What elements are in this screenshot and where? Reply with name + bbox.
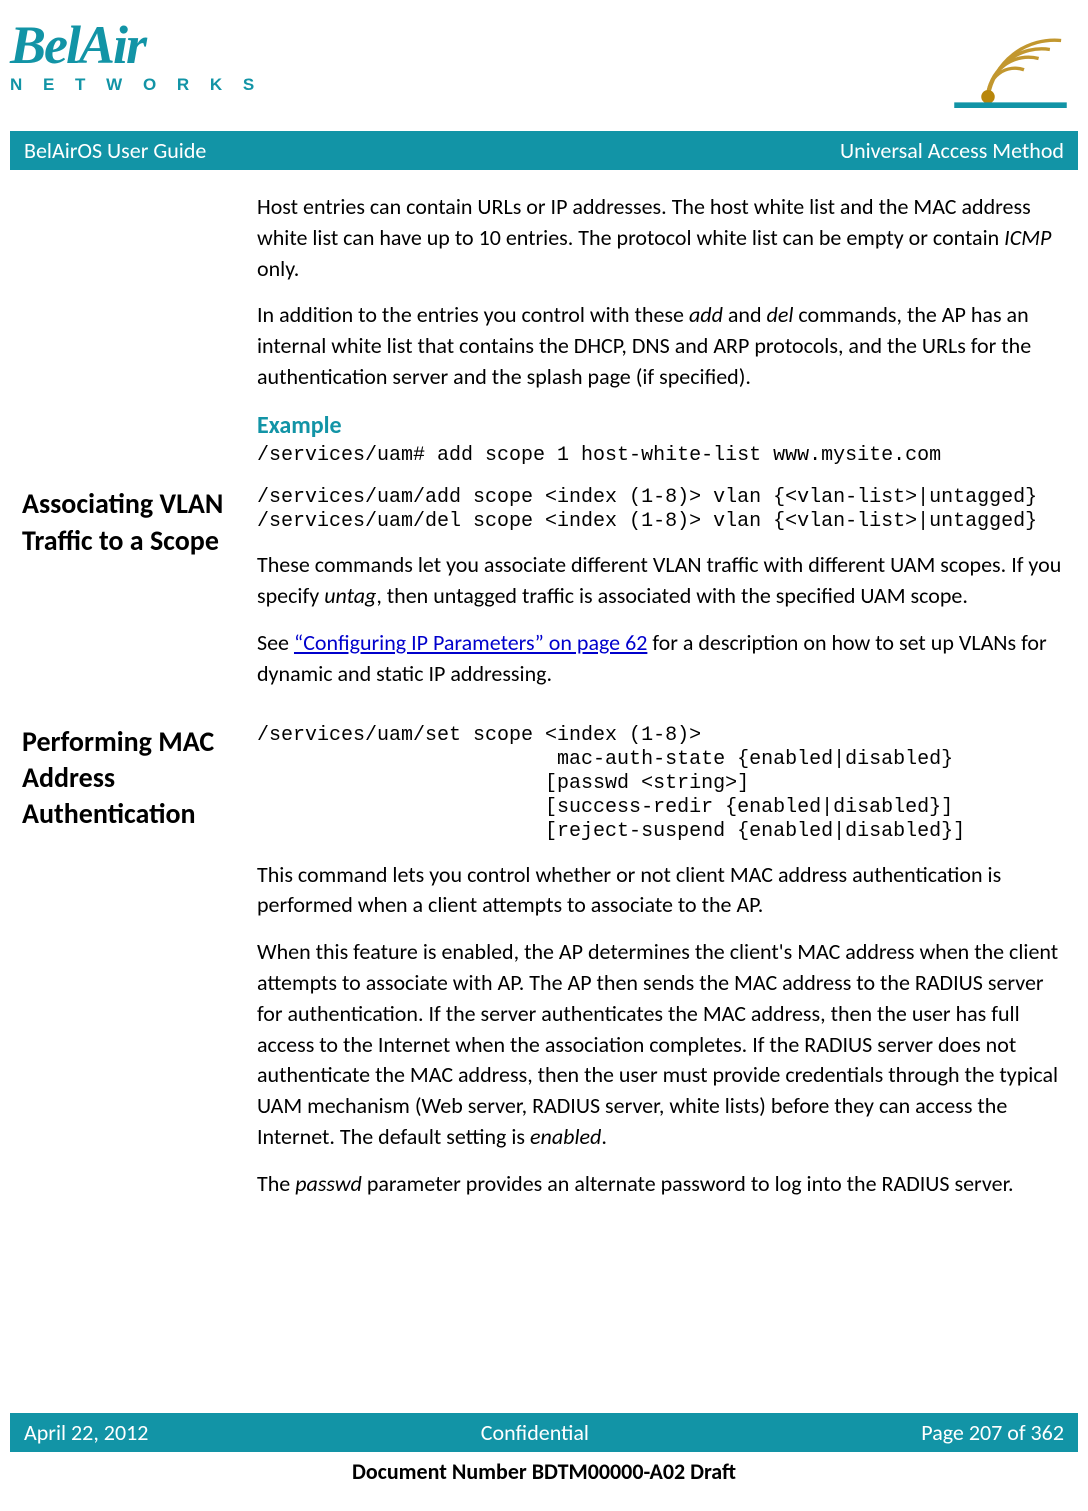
- paragraph: See “Configuring IP Parameters” on page …: [257, 628, 1066, 690]
- section-heading: Performing MAC Address Authentication: [22, 724, 257, 1216]
- document-number: Document Number BDTM00000-A02 Draft: [10, 1458, 1078, 1485]
- paragraph: Host entries can contain URLs or IP addr…: [257, 192, 1066, 284]
- paragraph: The passwd parameter provides an alterna…: [257, 1169, 1066, 1200]
- paragraph: In addition to the entries you control w…: [257, 300, 1066, 392]
- footer-banner: April 22, 2012 Confidential Page 207 of …: [10, 1413, 1078, 1452]
- paragraph: This command lets you control whether or…: [257, 860, 1066, 922]
- footer-confidential: Confidential: [481, 1419, 589, 1446]
- doc-title: BelAirOS User Guide: [24, 137, 206, 164]
- signal-icon: [953, 18, 1068, 113]
- code-block: /services/uam/add scope <index (1-8)> vl…: [257, 486, 1066, 534]
- page: BelAir N E T W O R K S BelAirOS User Gui…: [0, 0, 1088, 1511]
- section-heading: Associating VLAN Traffic to a Scope: [22, 486, 257, 705]
- paragraph: These commands let you associate differe…: [257, 550, 1066, 612]
- footer-date: April 22, 2012: [24, 1419, 148, 1446]
- code-block: /services/uam# add scope 1 host-white-li…: [257, 444, 1066, 468]
- header-logos: BelAir N E T W O R K S: [0, 0, 1088, 113]
- code-block: /services/uam/set scope <index (1-8)> ma…: [257, 724, 1066, 844]
- main-content: Host entries can contain URLs or IP addr…: [0, 192, 1088, 1234]
- section-title: Universal Access Method: [840, 137, 1064, 164]
- cross-reference-link[interactable]: “Configuring IP Parameters” on page 62: [294, 629, 647, 656]
- brand-subtitle: N E T W O R K S: [10, 76, 262, 93]
- example-heading: Example: [257, 409, 1066, 443]
- footer: April 22, 2012 Confidential Page 207 of …: [10, 1413, 1078, 1485]
- logo-left: BelAir N E T W O R K S: [10, 18, 262, 93]
- footer-page: Page 207 of 362: [921, 1419, 1064, 1446]
- title-banner: BelAirOS User Guide Universal Access Met…: [10, 131, 1078, 170]
- paragraph: When this feature is enabled, the AP det…: [257, 937, 1066, 1153]
- brand-name: BelAir: [10, 18, 262, 72]
